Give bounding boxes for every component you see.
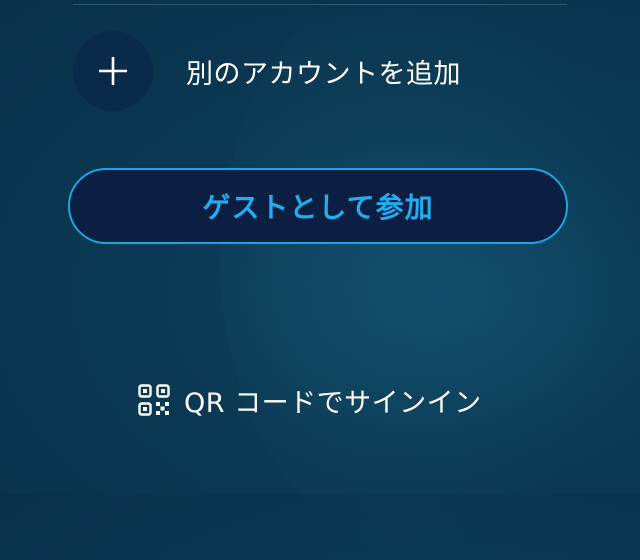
qr-signin-label: QR コードでサインイン [184, 387, 482, 419]
qr-signin-link[interactable]: QR コードでサインイン [138, 382, 482, 419]
qr-code-icon [138, 384, 170, 416]
plus-icon [73, 31, 153, 111]
add-account-label: 別のアカウントを追加 [186, 58, 461, 90]
divider [73, 4, 567, 5]
join-as-guest-label: ゲストとして参加 [202, 191, 434, 224]
add-account-button[interactable]: 別のアカウントを追加 [73, 31, 461, 111]
join-as-guest-button[interactable]: ゲストとして参加 [68, 168, 568, 244]
